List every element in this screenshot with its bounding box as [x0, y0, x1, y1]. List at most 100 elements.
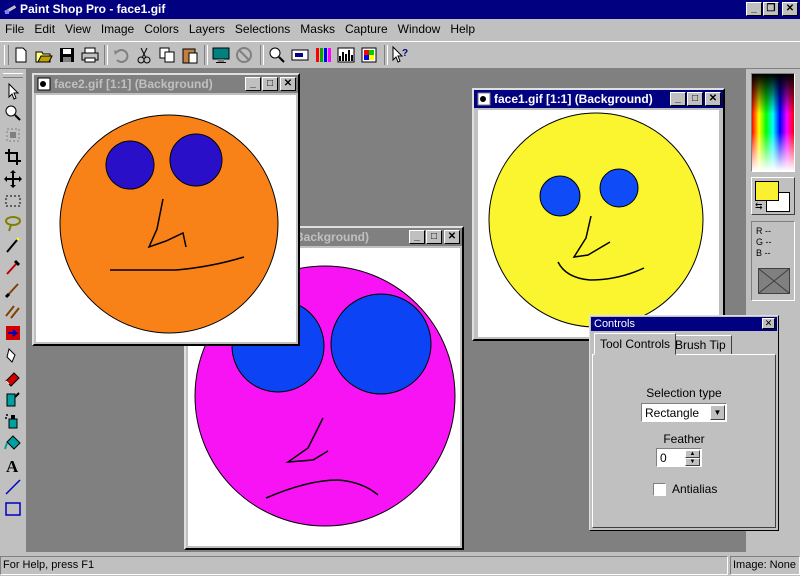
retouch-tool-icon [6, 348, 16, 363]
dropdown-arrow-button[interactable]: ▼ [710, 405, 725, 420]
face1-doc-icon[interactable] [477, 92, 491, 106]
full-screen-preview-button[interactable] [210, 44, 232, 66]
arrow-tool-icon [8, 82, 20, 100]
svg-text:A: A [6, 457, 19, 475]
status-bar: For Help, press F1 Image: None [0, 554, 800, 576]
context-help-button[interactable]: ? [389, 44, 411, 66]
face2-minimize-button[interactable]: _ [245, 77, 261, 91]
face1-title-bar[interactable]: face1.gif [1:1] (Background) _ □ ✕ [474, 90, 723, 108]
menu-masks[interactable]: Masks [295, 19, 340, 39]
swap-colors-icon[interactable]: ⇆ [755, 202, 763, 211]
deformation-tool[interactable] [3, 125, 23, 145]
face1-maximize-button[interactable]: □ [687, 92, 703, 106]
arrow-tool[interactable] [3, 81, 23, 101]
restore-icon: ❐ [766, 3, 776, 14]
color-replacer-tool[interactable] [3, 323, 23, 343]
dropper-tool[interactable] [3, 257, 23, 277]
feather-label: Feather [663, 432, 705, 446]
face3-close-button[interactable]: ✕ [444, 230, 460, 244]
face1-minimize-button[interactable]: _ [670, 92, 686, 106]
mover-tool[interactable] [3, 169, 23, 189]
menu-window[interactable]: Window [393, 19, 446, 39]
image-window-face2[interactable]: face2.gif [1:1] (Background) _ □ ✕ [32, 73, 300, 346]
close-icon: ✕ [785, 3, 795, 14]
menu-edit[interactable]: Edit [29, 19, 60, 39]
palette-button[interactable] [358, 44, 380, 66]
face1-head [488, 112, 704, 328]
overview-button[interactable] [289, 44, 311, 66]
flood-fill-tool[interactable] [3, 433, 23, 453]
minimize-icon: _ [250, 78, 256, 89]
face3-minimize-button[interactable]: _ [409, 230, 425, 244]
crop-tool-icon [5, 149, 21, 165]
menu-capture[interactable]: Capture [340, 19, 393, 39]
menu-view[interactable]: View [60, 19, 96, 39]
cut-button[interactable] [133, 44, 155, 66]
menu-colors[interactable]: Colors [139, 19, 184, 39]
close-button[interactable]: ✕ [782, 2, 798, 16]
menu-bar: File Edit View Image Colors Layers Selec… [0, 19, 800, 39]
face3-maximize-button[interactable]: □ [426, 230, 442, 244]
feather-down-button[interactable]: ▼ [685, 458, 700, 466]
foreground-color-swatch[interactable] [755, 181, 779, 201]
face1-canvas[interactable] [478, 110, 719, 337]
face2-doc-icon[interactable] [37, 77, 51, 91]
feather-up-button[interactable]: ▲ [685, 450, 700, 458]
text-tool[interactable]: A [3, 455, 23, 476]
deformation-tool-icon [6, 128, 20, 142]
controls-palette[interactable]: Controls ✕ Tool Controls Brush Tip Selec… [589, 315, 779, 531]
face2-maximize-button[interactable]: □ [262, 77, 278, 91]
face2-title-bar[interactable]: face2.gif [1:1] (Background) _ □ ✕ [34, 75, 298, 93]
freehand-tool[interactable] [3, 213, 23, 233]
restore-button[interactable]: ❐ [763, 2, 779, 16]
selection-type-dropdown[interactable]: Rectangle ▼ [641, 403, 727, 422]
app-icon[interactable] [3, 2, 17, 16]
new-button[interactable] [10, 44, 32, 66]
antialias-checkbox[interactable] [653, 483, 666, 496]
tab-brush-tip[interactable]: Brush Tip [669, 335, 732, 355]
print-button[interactable] [79, 44, 101, 66]
close-icon: ✕ [708, 93, 718, 104]
save-button[interactable] [56, 44, 78, 66]
controls-close-button[interactable]: ✕ [762, 318, 775, 329]
picture-tube-tool[interactable] [3, 389, 23, 409]
face2-canvas[interactable] [36, 95, 296, 342]
face1-close-button[interactable]: ✕ [705, 92, 721, 106]
paintbrush-tool[interactable] [3, 279, 23, 299]
magic-wand-tool[interactable] [3, 235, 23, 255]
menu-layers[interactable]: Layers [184, 19, 230, 39]
dropper-tool-icon [6, 259, 21, 275]
crop-tool[interactable] [3, 147, 23, 167]
menu-help[interactable]: Help [445, 19, 480, 39]
menu-selections[interactable]: Selections [230, 19, 295, 39]
zoom-tool[interactable] [3, 103, 23, 123]
open-button[interactable] [33, 44, 55, 66]
shape-tool[interactable] [3, 499, 23, 519]
menu-file[interactable]: File [0, 19, 29, 39]
minimize-icon: _ [414, 231, 420, 242]
image-window-face1[interactable]: face1.gif [1:1] (Background) _ □ ✕ [472, 88, 725, 341]
stop-button[interactable] [233, 44, 255, 66]
eraser-tool[interactable] [3, 367, 23, 387]
undo-button[interactable] [110, 44, 132, 66]
color-bars-button[interactable] [312, 44, 334, 66]
minimize-button[interactable]: _ [746, 2, 762, 16]
tab-tool-controls[interactable]: Tool Controls [594, 333, 677, 355]
feather-stepper[interactable]: 0 ▲ ▼ [656, 448, 702, 467]
controls-title-bar[interactable]: Controls ✕ [591, 317, 777, 331]
face2-close-button[interactable]: ✕ [280, 77, 296, 91]
zoom-button[interactable] [266, 44, 288, 66]
menu-image[interactable]: Image [96, 19, 139, 39]
line-tool[interactable] [3, 477, 23, 497]
clone-tool[interactable] [3, 301, 23, 321]
retouch-tool[interactable] [3, 345, 23, 365]
airbrush-tool[interactable] [3, 411, 23, 431]
app-title-bar[interactable]: Paint Shop Pro - face1.gif _ ❐ ✕ [0, 0, 800, 19]
paste-button[interactable] [179, 44, 201, 66]
selection-tool[interactable] [3, 191, 23, 211]
histogram-button[interactable] [335, 44, 357, 66]
no-color-icon[interactable] [758, 268, 790, 294]
copy-button[interactable] [156, 44, 178, 66]
clone-tool-icon [5, 305, 20, 319]
maximize-icon: □ [266, 78, 274, 89]
